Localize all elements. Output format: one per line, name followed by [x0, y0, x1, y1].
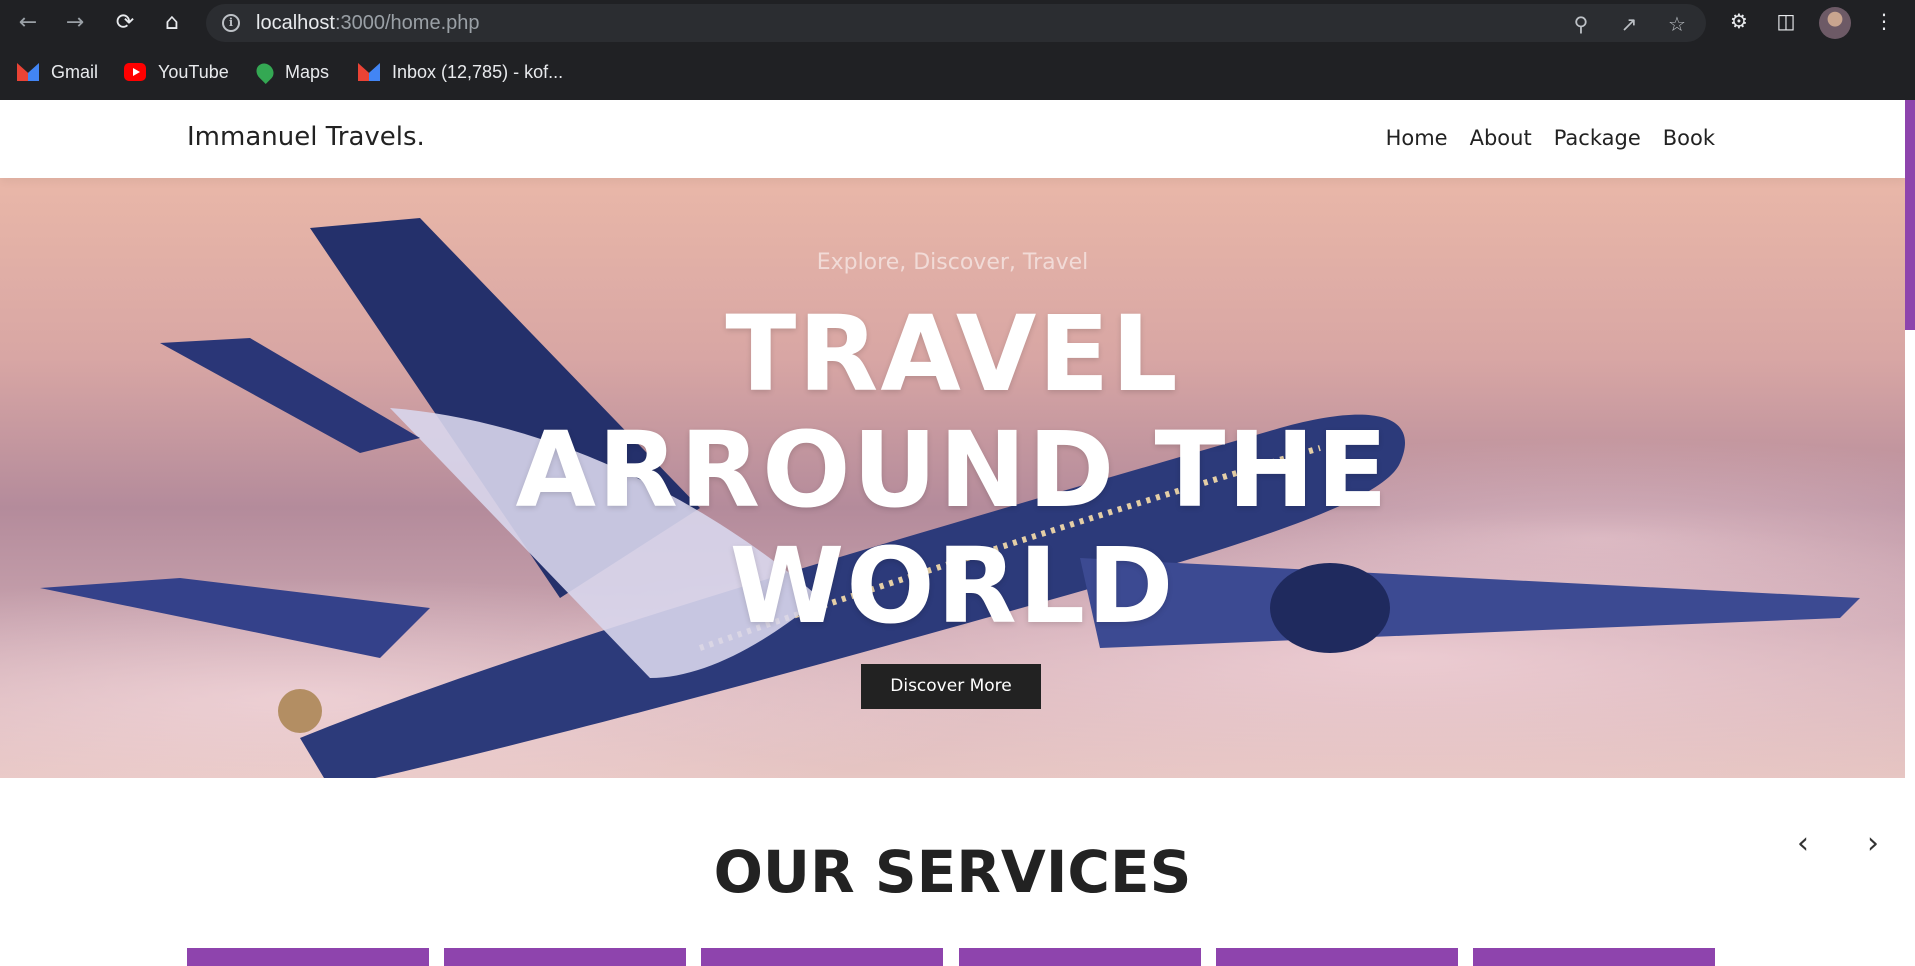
service-card[interactable]: [701, 948, 943, 966]
menu-icon[interactable]: ⋮: [1870, 9, 1898, 33]
browser-toolbar: ← → ⟳ ⌂ i localhost:3000/home.php ⚲ ↗ ☆ …: [0, 0, 1915, 46]
side-panel-icon[interactable]: ◫: [1772, 9, 1800, 33]
profile-avatar[interactable]: [1819, 7, 1851, 39]
main-nav: Home About Package Book: [1386, 126, 1715, 150]
site-header: Immanuel Travels. Home About Package Boo…: [0, 100, 1905, 178]
youtube-icon: [124, 63, 146, 81]
headline-line: TRAVEL: [725, 293, 1180, 415]
section-title: OUR SERVICES: [713, 838, 1192, 906]
hero-slide: Explore, Discover, Travel TRAVEL ARROUND…: [0, 178, 1905, 778]
chevron-right-icon[interactable]: ›: [1858, 826, 1888, 861]
url-text[interactable]: localhost:3000/home.php: [256, 12, 480, 35]
headline-line: ARROUND THE: [515, 409, 1390, 531]
bookmark-inbox[interactable]: Inbox (12,785) - kof...: [358, 58, 563, 86]
back-icon[interactable]: ←: [13, 8, 43, 38]
forward-icon[interactable]: →: [60, 8, 90, 38]
nav-book[interactable]: Book: [1663, 126, 1715, 150]
gmail-icon: [358, 63, 380, 81]
bookmark-label: Maps: [285, 61, 330, 82]
star-icon[interactable]: ☆: [1664, 12, 1690, 36]
hero-headline: TRAVEL ARROUND THE WORLD: [0, 296, 1905, 644]
web-page: Immanuel Travels. Home About Package Boo…: [0, 100, 1915, 966]
service-card[interactable]: [187, 948, 429, 966]
extensions-icon[interactable]: ⚙: [1725, 9, 1753, 33]
bookmark-gmail[interactable]: Gmail: [17, 58, 98, 86]
bookmark-label: Gmail: [51, 61, 99, 82]
headline-line: WORLD: [729, 525, 1176, 647]
gmail-icon: [17, 63, 39, 81]
bookmarks-bar: Gmail YouTube Maps Inbox (12,785) - kof.…: [0, 46, 1915, 100]
service-card[interactable]: [444, 948, 686, 966]
nav-home[interactable]: Home: [1386, 126, 1448, 150]
discover-more-button[interactable]: Discover More: [861, 664, 1041, 709]
zoom-icon[interactable]: ⚲: [1568, 12, 1594, 36]
site-logo[interactable]: Immanuel Travels.: [187, 122, 425, 152]
slider-controls: ‹ ›: [1766, 808, 1905, 878]
reload-icon[interactable]: ⟳: [110, 8, 140, 38]
nav-about[interactable]: About: [1470, 126, 1532, 150]
bookmark-youtube[interactable]: YouTube: [124, 58, 229, 86]
url-path: :3000/home.php: [334, 12, 480, 34]
share-icon[interactable]: ↗: [1616, 12, 1642, 36]
maps-icon: [252, 59, 278, 85]
page-scrollbar[interactable]: [1905, 100, 1915, 966]
info-icon[interactable]: i: [222, 14, 240, 32]
scrollbar-thumb[interactable]: [1905, 100, 1915, 330]
service-card[interactable]: [1216, 948, 1458, 966]
bookmark-label: YouTube: [158, 61, 229, 82]
home-icon[interactable]: ⌂: [157, 8, 187, 38]
service-card[interactable]: [1473, 948, 1715, 966]
url-host: localhost: [256, 12, 335, 34]
service-card[interactable]: [959, 948, 1201, 966]
address-bar[interactable]: i localhost:3000/home.php ⚲ ↗ ☆: [206, 4, 1706, 42]
chevron-left-icon[interactable]: ‹: [1788, 826, 1818, 861]
nav-package[interactable]: Package: [1554, 126, 1641, 150]
bookmark-maps[interactable]: Maps: [252, 58, 330, 86]
hero-subtitle: Explore, Discover, Travel: [816, 250, 1089, 275]
bookmark-label: Inbox (12,785) - kof...: [392, 61, 564, 82]
